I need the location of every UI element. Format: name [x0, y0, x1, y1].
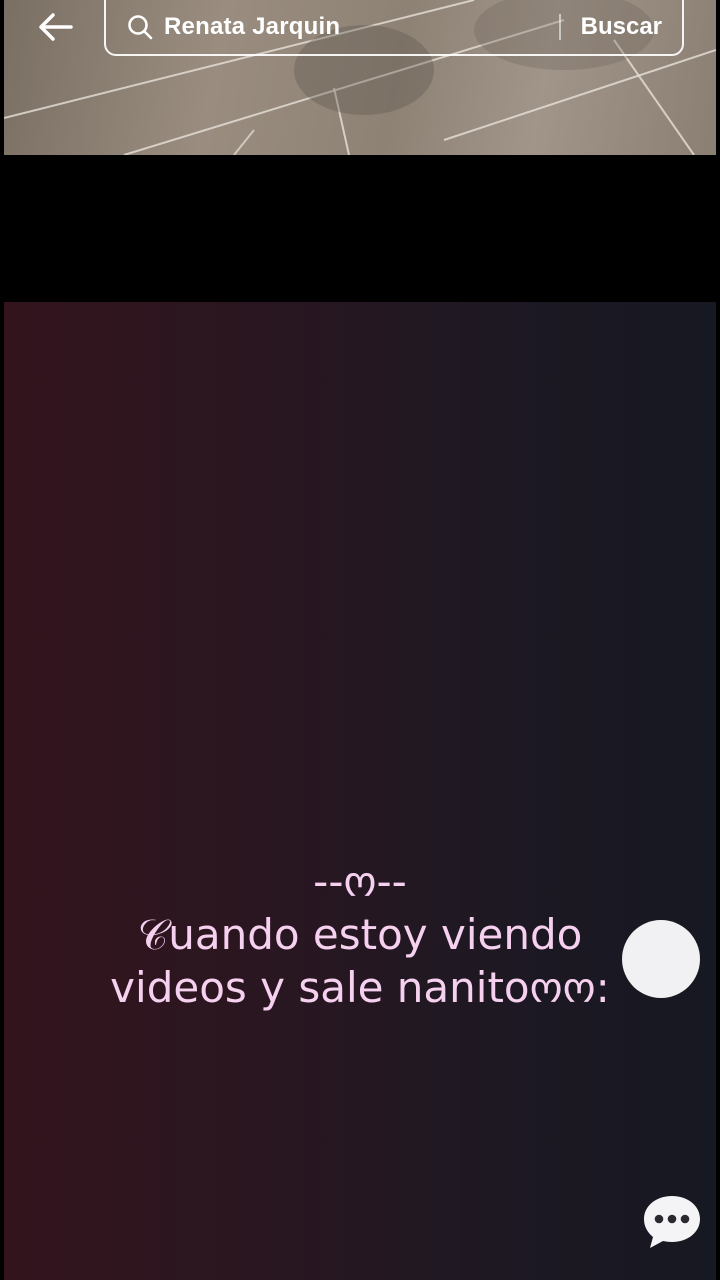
chat-button[interactable] [640, 1192, 704, 1252]
caption-line-2: 𝒞uando estoy viendo [137, 910, 583, 959]
search-bar[interactable]: Renata Jarquin Buscar [104, 0, 684, 56]
video-player[interactable] [4, 302, 716, 1280]
search-divider [558, 14, 561, 40]
search-button[interactable]: Buscar [581, 13, 662, 41]
chat-bubble-dots-icon [640, 1196, 704, 1256]
assistive-touch-icon[interactable] [622, 920, 700, 998]
search-input[interactable]: Renata Jarquin [164, 13, 559, 41]
caption-line-1: --ო-- [313, 857, 407, 906]
magnifier-icon [126, 13, 154, 41]
screen: Renata Jarquin Buscar --ო-- 𝒞uando estoy… [0, 0, 720, 1280]
arrow-left-icon [38, 12, 74, 47]
caption-line-3: videos y sale nanitoოო: [110, 963, 610, 1012]
video-caption: --ო-- 𝒞uando estoy viendo videos y sale … [0, 855, 720, 1014]
back-button[interactable] [30, 6, 82, 52]
search-header: Renata Jarquin Buscar [0, 0, 720, 60]
